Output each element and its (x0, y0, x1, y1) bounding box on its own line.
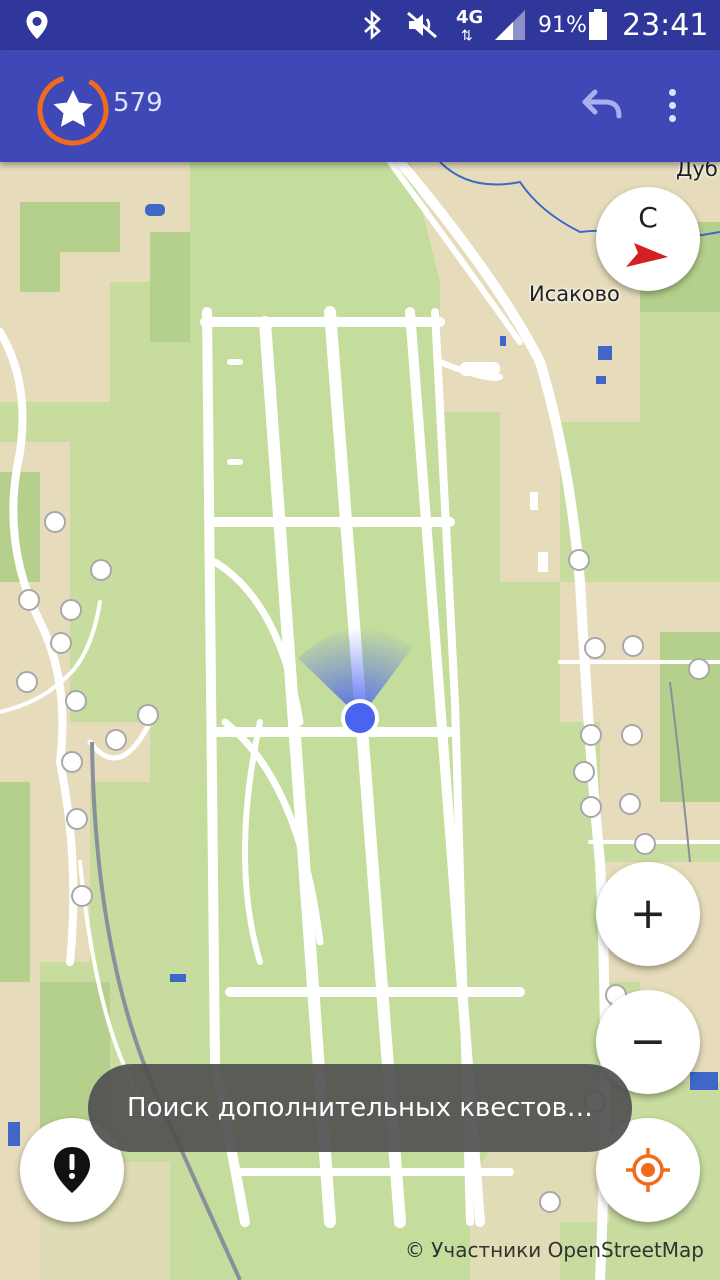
clock: 23:41 (622, 7, 709, 43)
app-bar: 579 (0, 50, 720, 162)
overflow-menu-button[interactable] (655, 80, 689, 130)
toast-message: Поиск дополнительных квестов… (88, 1064, 632, 1152)
undo-icon (582, 89, 622, 119)
map-attribution[interactable]: © Участники OpenStreetMap (405, 1238, 704, 1262)
points-counter: 579 (113, 88, 163, 118)
undo-button[interactable] (575, 86, 625, 126)
compass-button[interactable]: С (596, 187, 700, 291)
zoom-in-button[interactable]: + (596, 862, 700, 966)
bluetooth-icon (360, 0, 384, 50)
battery-percent: 91% (538, 12, 587, 38)
zoom-out-icon: − (629, 1016, 667, 1067)
compass-needle-icon (626, 243, 668, 267)
crosshair-icon (626, 1148, 670, 1192)
battery-icon (588, 0, 608, 50)
location-icon (24, 0, 50, 50)
network-type-label: 4G (456, 7, 484, 28)
overflow-menu-icon (668, 88, 676, 96)
quest-pin-icon (54, 1147, 90, 1193)
star-badge-icon[interactable] (35, 72, 111, 148)
signal-icon (493, 0, 527, 50)
status-bar: 4G ⇅ 91% 23:41 (0, 0, 720, 50)
location-dot (345, 703, 375, 733)
zoom-in-icon: + (629, 888, 667, 939)
network-type-icon: 4G ⇅ (456, 7, 484, 43)
mute-icon (405, 0, 439, 50)
